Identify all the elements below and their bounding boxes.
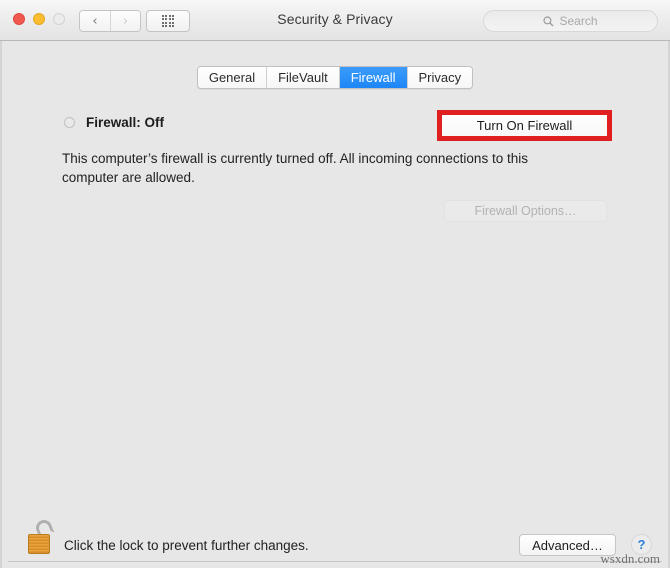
security-privacy-window: ‹ › Security & Privacy Search General Fi… (0, 0, 670, 568)
search-placeholder: Search (559, 14, 598, 28)
red-highlight-annotation: Turn On Firewall (437, 110, 612, 141)
firewall-status-row: Firewall: Off (64, 115, 164, 130)
off-led-icon (64, 117, 75, 128)
search-field[interactable]: Search (483, 10, 658, 32)
firewall-options-button: Firewall Options… (444, 200, 607, 222)
padlock-body (28, 534, 50, 554)
footer-divider (8, 561, 662, 562)
turn-on-firewall-button[interactable]: Turn On Firewall (442, 115, 607, 136)
tab-general[interactable]: General (197, 67, 268, 88)
tab-privacy[interactable]: Privacy (407, 67, 473, 88)
firewall-description: This computer’s firewall is currently tu… (62, 151, 528, 185)
tab-bar: General FileVault Firewall Privacy (0, 66, 670, 89)
tab-firewall[interactable]: Firewall (339, 67, 408, 88)
window-titlebar: ‹ › Security & Privacy Search (0, 0, 670, 41)
search-icon (543, 15, 554, 26)
window-left-edge (0, 41, 2, 568)
watermark: wsxdn.com (600, 551, 660, 566)
unlocked-padlock-icon[interactable] (25, 517, 59, 560)
tab-filevault[interactable]: FileVault (267, 67, 340, 88)
firewall-status-label: Firewall: Off (86, 115, 165, 130)
lock-hint-text: Click the lock to prevent further change… (64, 538, 309, 553)
tab-group: General FileVault Firewall Privacy (196, 66, 474, 89)
